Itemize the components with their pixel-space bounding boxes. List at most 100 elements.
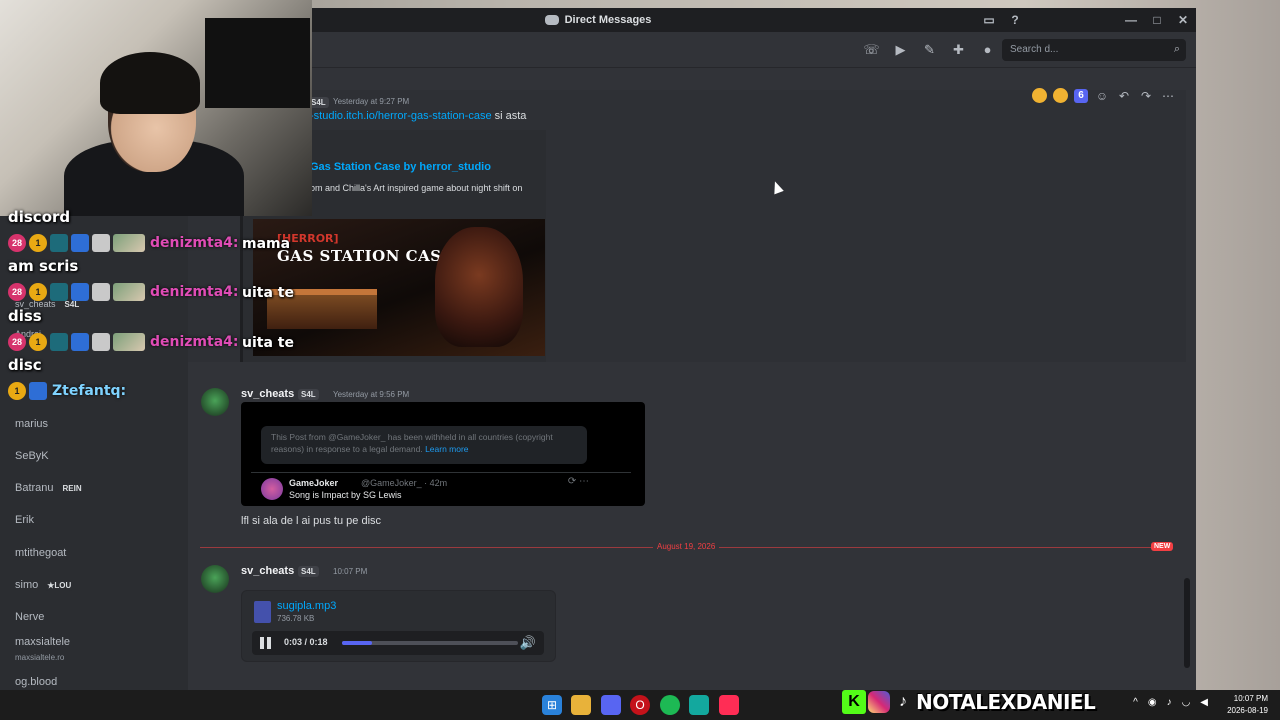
wifi-icon[interactable]: ◡ [1182,697,1191,708]
help-icon[interactable]: ? [1002,12,1028,28]
new-badge: NEW [1151,542,1174,551]
close-button[interactable]: ✕ [1170,12,1196,28]
volume-tray-icon[interactable]: ◀ [1200,697,1208,708]
title-extra-icons: ▭ ? [976,12,1028,28]
pause-icon[interactable] [260,637,272,649]
tweet-author: GameJoker [289,478,339,488]
message-1-text: -studio.itch.io/herror-gas-station-case … [310,110,527,122]
webcam-tv [205,18,310,108]
discord-tray-icon[interactable]: ◉ [1148,697,1157,708]
file-explorer-icon[interactable] [571,695,591,715]
audio-player: 0:03 / 0:18 🔊 [252,631,544,655]
forward-icon[interactable]: ↷ [1138,89,1154,103]
chat-line: am scris [8,257,79,275]
message-2-text: lfl si ala de l ai pus tu pe disc [241,515,382,527]
tiktok-icon: ♪ [899,693,907,710]
learn-more-link[interactable]: Learn more [425,444,468,454]
chat-area: 6 ☺ ↶ ↷ ⋯ S4L Yesterday at 9:27 PM -stud… [188,68,1196,690]
divider-date: August 19, 2026 [653,542,720,551]
lou-badge: ★LOU [44,579,75,591]
file-size: 736.78 KB [277,614,315,623]
sidebar-item-erik[interactable]: Erik [0,506,188,534]
reply-icon[interactable]: ↶ [1116,89,1132,103]
search-icon: ⌕ [1173,43,1180,55]
tweet-body: Song is Impact by SG Lewis [289,490,402,500]
sidebar-item-batranu[interactable]: Batranu REIN [0,474,188,502]
file-name-link[interactable]: sugipla.mp3 [277,600,336,612]
chat-user-row: 1 Ztefantq: [8,381,126,401]
role-tag: S4L [298,566,319,577]
sidebar-item-maxsialtele[interactable]: maxsialtele [0,628,188,656]
audio-file-icon [254,601,271,623]
tweet-divider [251,472,631,473]
chat-toolbar: ☏ ▶ ✎ ✚ ● Search d... ⌕ [188,32,1196,68]
window-controls: — □ ✕ [1118,12,1196,28]
add-reaction-icon[interactable]: ☺ [1094,89,1110,103]
message-actions: 6 ☺ ↶ ↷ ⋯ [1032,88,1176,103]
laugh-reaction-icon[interactable] [1032,88,1047,103]
tweet-embed[interactable]: This Post from @GameJoker_ has been with… [241,402,645,506]
player-time: 0:03 / 0:18 [284,637,328,647]
chat-line: disc [8,356,42,374]
cry-reaction-icon[interactable] [1053,88,1068,103]
tweet-handle: @GameJoker_ · 42m [361,478,448,488]
stream-chat-overlay: discord 28 1 denizmta4: mama am scris 28 1… [0,208,312,408]
sidebar-item-marius[interactable]: marius [0,410,188,438]
mic-icon[interactable]: ♪ [1167,697,1172,708]
sidebar-item-sub: maxsialtele.ro [15,653,65,662]
game-link[interactable]: -studio.itch.io/herror-gas-station-case [310,110,492,122]
webcam-person-hair [100,52,200,114]
scrollbar[interactable] [1184,578,1190,668]
discord-taskbar-icon[interactable] [601,695,621,715]
rein-badge: REIN [59,482,85,494]
volume-icon[interactable]: 🔊 [520,635,536,651]
discord-icon [544,15,559,25]
video-icon[interactable]: ▶ [892,41,909,58]
add-member-icon[interactable]: ✚ [950,41,967,58]
toolbar-icons: ☏ ▶ ✎ ✚ ● [863,41,996,58]
chat-user-row: 28 1 denizmta4: [8,233,239,253]
progress-fill [342,641,372,645]
opera-icon[interactable]: O [630,695,650,715]
chat-line: diss [8,307,42,325]
app-icon[interactable] [689,695,709,715]
sidebar-item-simo[interactable]: simo ★LOU [0,571,188,599]
tweet-more-icon[interactable]: ⟳ ⋯ [568,476,589,487]
progress-slider[interactable] [342,641,518,645]
taskbar-clock[interactable]: 10:07 PM 2026-08-19 [1227,693,1268,717]
phone-icon[interactable]: ☏ [863,41,880,58]
pin-icon[interactable]: ✎ [921,41,938,58]
spotify-icon[interactable] [660,695,680,715]
sidebar-item-nerve[interactable]: Nerve [0,603,188,631]
chevron-up-icon[interactable]: ^ [1133,697,1138,708]
kick-logo: K [842,690,866,714]
search-input[interactable]: Search d... ⌕ [1002,39,1186,61]
streamer-handle: NOTALEXDANIEL [916,690,1096,714]
chat-user-row: 28 1 denizmta4: [8,332,239,352]
timestamp: Yesterday at 9:56 PM [333,390,410,399]
username[interactable]: sv_cheats [241,565,294,577]
embed-title[interactable]: Gas Station Case by herror_studio [310,161,491,173]
instagram-icon [868,691,890,713]
timestamp: 10:07 PM [333,567,368,576]
horror-face-art [435,227,523,347]
withheld-notice: This Post from @GameJoker_ has been with… [261,426,587,464]
webcam-overlay [0,0,312,216]
avatar[interactable] [201,565,229,593]
profile-icon[interactable]: ● [979,41,996,58]
sidebar-item-sebyk[interactable]: SeByK [0,442,188,470]
chat-message: mama [242,236,291,252]
more-icon[interactable]: ⋯ [1160,89,1176,103]
app2-icon[interactable] [719,695,739,715]
system-tray: ^ ◉ ♪ ◡ ◀ [1133,697,1208,708]
sidebar-item-mtithegoat[interactable]: mtithegoat [0,539,188,567]
inbox-icon[interactable]: ▭ [976,12,1002,28]
streamer-handle-overlay: K ♪ NOTALEXDANIEL [842,688,1096,716]
chat-message: uita te [242,335,294,351]
minimize-button[interactable]: — [1118,12,1144,28]
chat-line: discord [8,208,71,226]
maximize-button[interactable]: □ [1144,12,1170,28]
start-icon[interactable]: ⊞ [542,695,562,715]
six-reaction[interactable]: 6 [1074,88,1088,103]
chat-user-row: 28 1 denizmta4: [8,282,239,302]
